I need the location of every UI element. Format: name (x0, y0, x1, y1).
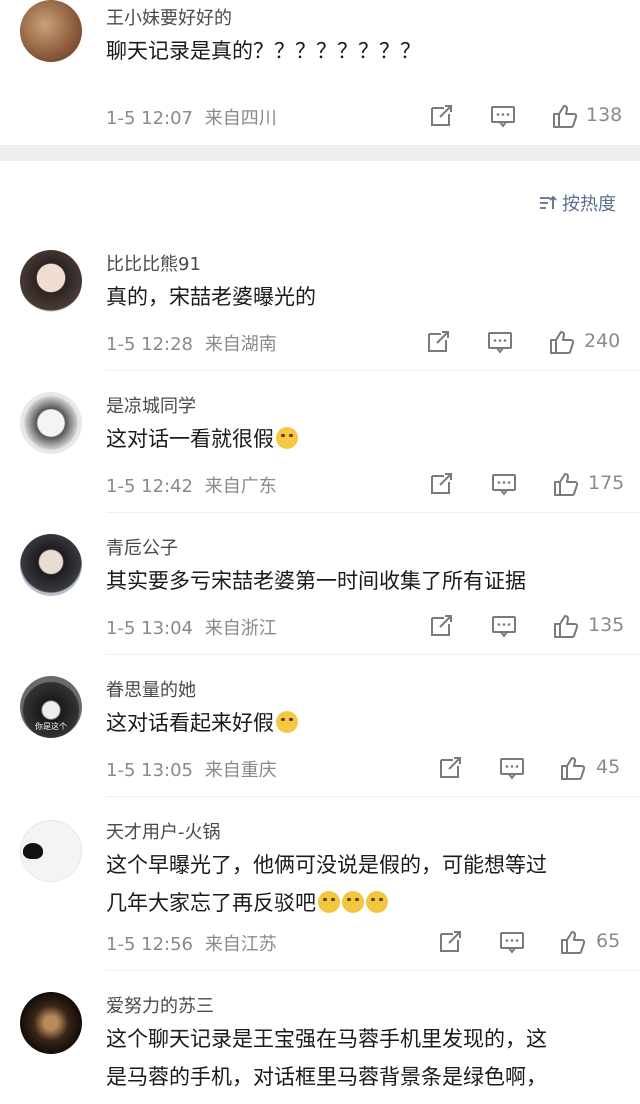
laughing-emoji-icon (276, 711, 298, 733)
comment-text: 这对话看起来好假 (106, 704, 618, 742)
divider (106, 654, 640, 655)
like-icon[interactable] (547, 327, 577, 357)
comment-location: 来自广东 (204, 476, 277, 497)
comment-location: 来自江苏 (204, 934, 277, 955)
comment-text-line: 这个早曝光了，他俩可没说是假的，可能想等过 (106, 853, 547, 877)
comment-text-content: 几年大家忘了再反驳吧 (106, 891, 316, 915)
crying-emoji-icon (318, 891, 340, 913)
sort-toggle[interactable]: 按热度 (538, 190, 616, 216)
avatar[interactable] (20, 992, 82, 1054)
comment-icon[interactable] (488, 101, 518, 131)
avatar[interactable] (20, 820, 82, 882)
divider (106, 796, 640, 797)
comment-text-content: 这对话一看就很假 (106, 427, 274, 451)
avatar[interactable] (20, 0, 82, 62)
divider (106, 512, 640, 513)
repost-icon[interactable] (436, 927, 466, 957)
comment-meta: 1-5 13:04 来自浙江 (106, 614, 277, 640)
repost-icon[interactable] (427, 469, 457, 499)
comment-meta: 1-5 12:56 来自江苏 (106, 930, 277, 956)
comment-time: 1-5 13:05 (106, 760, 193, 781)
cat-silhouette-icon (23, 843, 43, 859)
comment-meta: 1-5 13:05 来自重庆 (106, 756, 277, 782)
comment-location: 来自浙江 (204, 618, 277, 639)
comment-meta: 1-5 12:28 来自湖南 (106, 330, 277, 356)
comment-text-line: 这么明显的事 (106, 1096, 618, 1104)
repost-icon[interactable] (424, 327, 454, 357)
comment-time: 1-5 12:56 (106, 934, 193, 955)
comment-text-content: 这对话看起来好假 (106, 711, 274, 735)
comment-meta: 1-5 12:42 来自广东 (106, 472, 277, 498)
comment-item: 比比比熊91 真的，宋喆老婆曝光的 1-5 12:28 来自湖南 240 (0, 248, 640, 371)
comment-icon[interactable] (489, 611, 519, 641)
like-count: 240 (584, 330, 621, 352)
sort-icon (540, 195, 557, 209)
comment-item: 青卮公子 其实要多亏宋喆老婆第一时间收集了所有证据 1-5 13:04 来自浙江… (0, 532, 640, 655)
like-icon[interactable] (558, 753, 588, 783)
repost-icon[interactable] (436, 753, 466, 783)
like-icon[interactable] (551, 469, 581, 499)
comment-text: 真的，宋喆老婆曝光的 (106, 285, 316, 309)
username[interactable]: 比比比熊91 (106, 250, 201, 276)
comment-text-line: 这个聊天记录是王宝强在马蓉手机里发现的，这 (106, 1027, 547, 1051)
comment-time: 1-5 12:28 (106, 334, 193, 355)
comment-item: 天才用户-火锅 这个早曝光了，他俩可没说是假的，可能想等过 几年大家忘了再反驳吧… (0, 816, 640, 971)
username[interactable]: 天才用户-火锅 (106, 818, 221, 844)
comment-text: 这个早曝光了，他俩可没说是假的，可能想等过 几年大家忘了再反驳吧 (106, 846, 618, 922)
like-count: 135 (588, 614, 625, 636)
comment-icon[interactable] (485, 327, 515, 357)
repost-icon[interactable] (427, 101, 457, 131)
like-count: 175 (588, 472, 625, 494)
comment-text-line: 几年大家忘了再反驳吧 (106, 884, 618, 922)
comment-icon[interactable] (497, 927, 527, 957)
username[interactable]: 王小妹要好好的 (106, 4, 232, 30)
comment-text: 聊天记录是真的？？？？？？？？ (106, 39, 421, 63)
divider (106, 970, 640, 971)
like-count: 65 (596, 930, 621, 952)
comment-item: 王小妹要好好的 聊天记录是真的？？？？？？？？ 1-5 12:07 来自四川 1… (0, 0, 640, 145)
comment-time: 1-5 12:42 (106, 476, 193, 497)
avatar-caption: 你是这个 (35, 722, 67, 731)
comment-time: 1-5 12:07 (106, 108, 193, 129)
avatar[interactable] (20, 392, 82, 454)
comment-location: 来自四川 (204, 108, 277, 129)
comment-text: 其实要多亏宋喆老婆第一时间收集了所有证据 (106, 569, 526, 593)
avatar[interactable] (20, 250, 82, 312)
comment-location: 来自湖南 (204, 334, 277, 355)
comment-item: 爱努力的苏三 这个聊天记录是王宝强在马蓉手机里发现的，这 是马蓉的手机，对话框里… (0, 990, 640, 1104)
comment-time: 1-5 13:04 (106, 618, 193, 639)
like-count: 138 (586, 104, 623, 126)
sort-label: 按热度 (562, 194, 616, 215)
comment-item: 你是这个 眷思量的她 这对话看起来好假 1-5 13:05 来自重庆 45 (0, 674, 640, 797)
username[interactable]: 爱努力的苏三 (106, 992, 214, 1018)
like-icon[interactable] (551, 611, 581, 641)
laughing-emoji-icon (276, 427, 298, 449)
username[interactable]: 青卮公子 (106, 534, 178, 560)
avatar[interactable]: 你是这个 (20, 676, 82, 738)
comment-text: 这个聊天记录是王宝强在马蓉手机里发现的，这 是马蓉的手机，对话框里马蓉背景条是绿… (106, 1020, 618, 1104)
username[interactable]: 是凉城同学 (106, 392, 196, 418)
like-count: 45 (596, 756, 621, 778)
comment-item: 是凉城同学 这对话一看就很假 1-5 12:42 来自广东 175 (0, 390, 640, 513)
comment-meta: 1-5 12:07 来自四川 (106, 104, 277, 130)
like-icon[interactable] (550, 101, 580, 131)
comment-icon[interactable] (497, 753, 527, 783)
like-icon[interactable] (558, 927, 588, 957)
repost-icon[interactable] (427, 611, 457, 641)
crying-emoji-icon (366, 891, 388, 913)
divider (106, 370, 640, 371)
comment-icon[interactable] (489, 469, 519, 499)
section-divider (0, 145, 640, 161)
comment-text: 这对话一看就很假 (106, 420, 618, 458)
comment-location: 来自重庆 (204, 760, 277, 781)
comment-text-line: 是马蓉的手机，对话框里马蓉背景条是绿色啊， (106, 1065, 547, 1089)
avatar[interactable] (20, 534, 82, 596)
username[interactable]: 眷思量的她 (106, 676, 196, 702)
crying-emoji-icon (342, 891, 364, 913)
